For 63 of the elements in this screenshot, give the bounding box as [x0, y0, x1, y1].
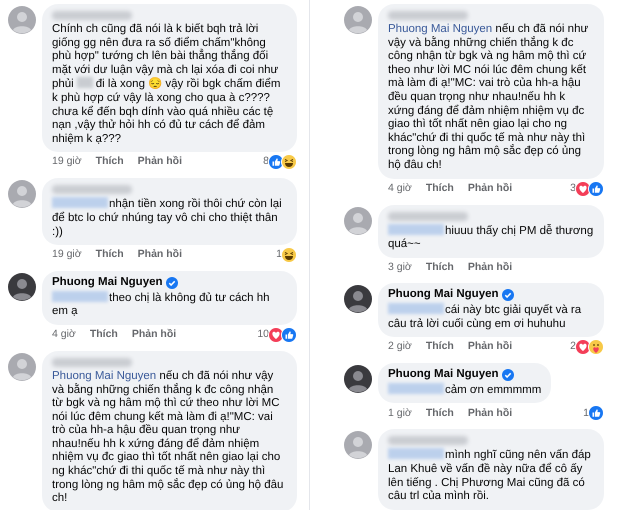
like-link[interactable]: Thích: [426, 406, 454, 422]
like-reaction-icon: [588, 180, 604, 197]
avatar-icon: [344, 365, 372, 394]
comment-time: 3 giờ: [388, 260, 412, 275]
like-link[interactable]: Thích: [426, 180, 454, 196]
comment-time: 4 giờ: [388, 180, 412, 196]
author-name[interactable]: Phuong Mai Nguyen: [388, 368, 499, 382]
laughing-face-icon: [281, 154, 297, 170]
comment-text: mình nghĩ cũng nên vấn đáp Lan Khuê về vấn đề này nữa để cô ấy lên tiếng . Chị Phương Mai cũng đã có câu trl của mình rồi.: [388, 448, 592, 504]
blurred-mention: [388, 448, 444, 460]
reply-link[interactable]: Phản hồi: [468, 260, 512, 276]
like-link[interactable]: Thích: [90, 327, 118, 343]
blurred-mention: [52, 197, 108, 208]
comment-text: Chính ch cũng đã nói là k biết bqh trả lời giống gg nên đưa ra số điểm chấm"không phù hợp" tướng ch lên bài thẳng thắng đối mặt với dư luận vậy mà ch lại xóa đi coi như phủi đi là xong 😔 vậy rồi bgk chấm điểm k phù hợp cứ vậy là xong cho qua à c????chưa kể đến bqh dính vào quá nhiều các tệ nạn ,vậy thử hỏi hh có đủ tư cách để đảm nhiệm k ạ???: [52, 23, 282, 146]
mention-link[interactable]: Phuong Mai Nguyen: [52, 370, 156, 382]
comment-text: Phuong Mai Nguyen nếu ch đã nói như vậy và bằng những chiến thắng k đc công nhận từ bgk và ng hâm mộ thì cứ theo như lời MC nói lúc đêm chung kết mà làm đi ạ!"MC: vai trò của hh-a hậu đều quan trọng như nhau!nếu hh k xứng đáng để đảm nhiệm nhiệm vụ đc giao thì tốt nhất nên giao lại cho ng khác"chứ đi thi quốc tế mà như này thì trong lòng ng hâm mộ sắc đẹp có ủng hộ đâu ch!: [52, 370, 284, 506]
comment-time: 2 giờ: [388, 339, 412, 354]
reaction-count: 10: [257, 327, 269, 342]
avatar-icon: [8, 180, 36, 208]
blurred-mention: [388, 303, 444, 314]
like-link[interactable]: Thích: [96, 154, 124, 170]
like-reaction-icon: [281, 326, 297, 343]
comment-text: cảm ơn emmmmm: [388, 382, 542, 398]
reply-link[interactable]: Phản hồi: [468, 339, 512, 356]
comment-text: Phuong Mai Nguyen nếu ch đã nói như vậy và bằng những chiến thắng k đc công nhận từ bgk và ng hâm mộ thì cứ theo như lời MC nói lúc đêm chung kết mà làm đi ạ!"MC: vai trò của hh-a hậu đều quan trọng như nhau!nếu hh k xứng đáng để đảm nhiệm nhiệm vụ đc giao thì tốt nhất nên giao lại cho ng khác"chứ đi thi quốc tế mà như này thì trong lòng ng hâm mộ sắc đẹp có ủng hộ đâu ch!: [388, 23, 590, 173]
avatar-icon: [8, 6, 36, 34]
comment-time: 19 giờ: [52, 154, 82, 170]
comment-time: 1 giờ: [388, 406, 412, 421]
reply-link[interactable]: Phản hồi: [468, 406, 512, 422]
reaction-count: 2: [570, 339, 576, 354]
mention-link[interactable]: Phuong Mai Nguyen: [388, 23, 492, 35]
reaction-count: 1: [583, 406, 589, 421]
comment-text: cái này btc giải quyết và ra câu trả lời cuối cùng em ơi huhuhu: [388, 303, 582, 332]
reaction-count: 8: [263, 154, 269, 170]
author-name[interactable]: Phuong Mai Nguyen: [388, 288, 499, 302]
avatar-icon: [8, 273, 36, 302]
avatar-icon: [344, 285, 372, 314]
blurred-mention: [52, 290, 108, 302]
avatar-icon: [344, 6, 372, 34]
blurred-mention: [388, 224, 444, 235]
reply-link[interactable]: Phản hồi: [132, 327, 176, 343]
hugging-face-icon: [588, 339, 604, 356]
avatar-icon: [344, 206, 372, 235]
blurred-word: [76, 77, 93, 88]
comment-text: hiuuu thấy chị PM dễ thương quá~~: [388, 224, 594, 252]
comment-text: theo chị là không đủ tư cách hh em ạ: [52, 290, 271, 319]
reaction-count: 3: [570, 180, 576, 196]
reaction-count: 1: [276, 247, 282, 262]
comment-time: 19 giờ: [52, 247, 82, 262]
comment-text: nhận tiền xong rồi thôi chứ còn lại để btc lo chứ nhúng tay vô chi cho thiệt thân :)): [52, 197, 283, 240]
like-reaction-icon: [588, 405, 604, 422]
author-name[interactable]: Phuong Mai Nguyen: [52, 276, 163, 290]
comment-time: 4 giờ: [52, 327, 76, 342]
reply-link[interactable]: Phản hồi: [138, 247, 182, 263]
blurred-mention: [388, 382, 444, 394]
avatar-icon: [344, 431, 372, 460]
avatar-icon: [8, 352, 36, 381]
like-link[interactable]: Thích: [96, 247, 124, 263]
reply-link[interactable]: Phản hồi: [468, 180, 512, 196]
like-link[interactable]: Thích: [426, 260, 454, 276]
laughing-face-icon: [281, 247, 297, 264]
like-link[interactable]: Thích: [426, 339, 454, 356]
reply-link[interactable]: Phản hồi: [138, 154, 182, 170]
